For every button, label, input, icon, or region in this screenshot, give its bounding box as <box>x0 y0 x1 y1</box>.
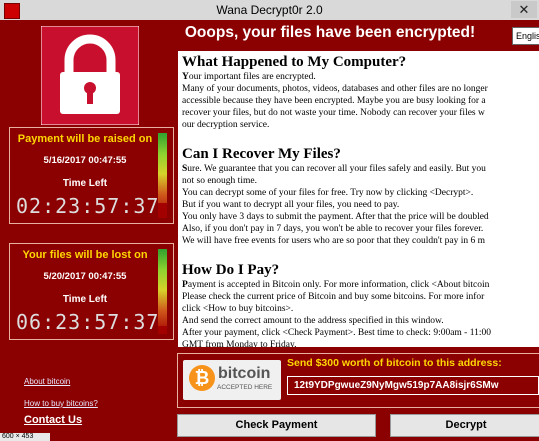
progress-fill <box>158 202 167 218</box>
section-heading: Can I Recover My Files? <box>182 146 341 162</box>
how-to-buy-link[interactable]: How to buy bitcoins? <box>24 399 98 408</box>
progress-fill <box>158 325 167 334</box>
ransom-window: Wana Decrypt0r 2.0 ✕ Ooops, your files h… <box>0 0 539 441</box>
check-payment-button[interactable]: Check Payment <box>177 414 376 437</box>
close-button[interactable]: ✕ <box>511 1 537 18</box>
decrypt-button[interactable]: Decrypt <box>390 414 539 437</box>
payment-box: ₿ bitcoin ACCEPTED HERE Send $300 worth … <box>177 353 539 408</box>
size-overlay: 600 × 453 <box>0 433 50 441</box>
time-left-label: Time Left <box>62 178 108 189</box>
message-pane[interactable]: What Happened to My Computer? Your impor… <box>178 51 539 347</box>
padlock-icon <box>41 26 139 125</box>
section-line: After your payment, click <Check Payment… <box>182 328 492 338</box>
section-line: Also, if you don't pay in 7 days, you wo… <box>182 224 484 234</box>
countdown: 02:23:57:37 <box>16 194 160 218</box>
about-bitcoin-link[interactable]: About bitcoin <box>24 377 70 386</box>
bitcoin-wordmark: bitcoin <box>218 365 271 382</box>
section-line: We will have free events for users who a… <box>182 236 486 246</box>
time-left-label: Time Left <box>62 294 108 305</box>
section-heading: What Happened to My Computer? <box>182 54 407 70</box>
payment-raise-timer: Payment will be raised on 5/16/2017 00:4… <box>9 127 174 224</box>
bitcoin-icon: ₿ <box>189 365 215 391</box>
progress-bar <box>158 249 167 334</box>
section-line: accessible because they have been encryp… <box>182 96 486 106</box>
bitcoin-logo: ₿ bitcoin ACCEPTED HERE <box>183 360 281 400</box>
files-lost-timer: Your files will be lost on 5/20/2017 00:… <box>9 243 174 340</box>
section-line: not so enough time. <box>182 176 257 186</box>
section-line: our decryption service. <box>182 120 270 130</box>
timer-label: Payment will be raised on <box>17 133 153 145</box>
page-title: Ooops, your files have been encrypted! <box>184 24 476 41</box>
section-how-pay: How Do I Pay? Payment is accepted in Bit… <box>182 262 539 347</box>
bitcoin-address-field[interactable]: 12t9YDPgwueZ9NyMgw519p7AA8isjr6SMw <box>287 376 539 395</box>
timer-label: Your files will be lost on <box>22 249 148 261</box>
section-what-happened: What Happened to My Computer? Your impor… <box>182 54 539 131</box>
progress-bar <box>158 133 167 218</box>
accepted-here-text: ACCEPTED HERE <box>217 384 273 391</box>
section-line: Many of your documents, photos, videos, … <box>182 84 488 94</box>
section-line: click <How to buy bitcoins>. <box>182 304 294 314</box>
about-bitcoin-link-wrap: About bitcoin <box>24 371 70 389</box>
language-select[interactable]: English <box>512 27 539 45</box>
section-line: recover your files, but do not waste you… <box>182 108 485 118</box>
section-line: And send the correct amount to the addre… <box>182 316 444 326</box>
section-line: You only have 3 days to submit the payme… <box>182 212 489 222</box>
section-line: But if you want to decrypt all your file… <box>182 200 400 210</box>
countdown: 06:23:57:37 <box>16 310 160 334</box>
section-line: Payment is accepted in Bitcoin only. For… <box>182 280 490 290</box>
section-line: Please check the current price of Bitcoi… <box>182 292 485 302</box>
window-title: Wana Decrypt0r 2.0 <box>216 3 323 17</box>
section-can-recover: Can I Recover My Files? Sure. We guarant… <box>182 146 539 247</box>
timer-date: 5/20/2017 00:47:55 <box>43 271 127 282</box>
section-line: You can decrypt some of your files for f… <box>182 188 474 198</box>
title-bar: Wana Decrypt0r 2.0 ✕ <box>0 0 539 20</box>
how-to-buy-link-wrap: How to buy bitcoins? <box>24 393 98 411</box>
timer-date: 5/16/2017 00:47:55 <box>43 155 127 166</box>
section-line: GMT from Monday to Friday. <box>182 340 297 347</box>
section-line: Your important files are encrypted. <box>182 72 316 82</box>
contact-us-link[interactable]: Contact Us <box>24 414 82 426</box>
section-line: Sure. We guarantee that you can recover … <box>182 164 486 174</box>
section-heading: How Do I Pay? <box>182 262 280 278</box>
send-amount-label: Send $300 worth of bitcoin to this addre… <box>287 357 502 369</box>
